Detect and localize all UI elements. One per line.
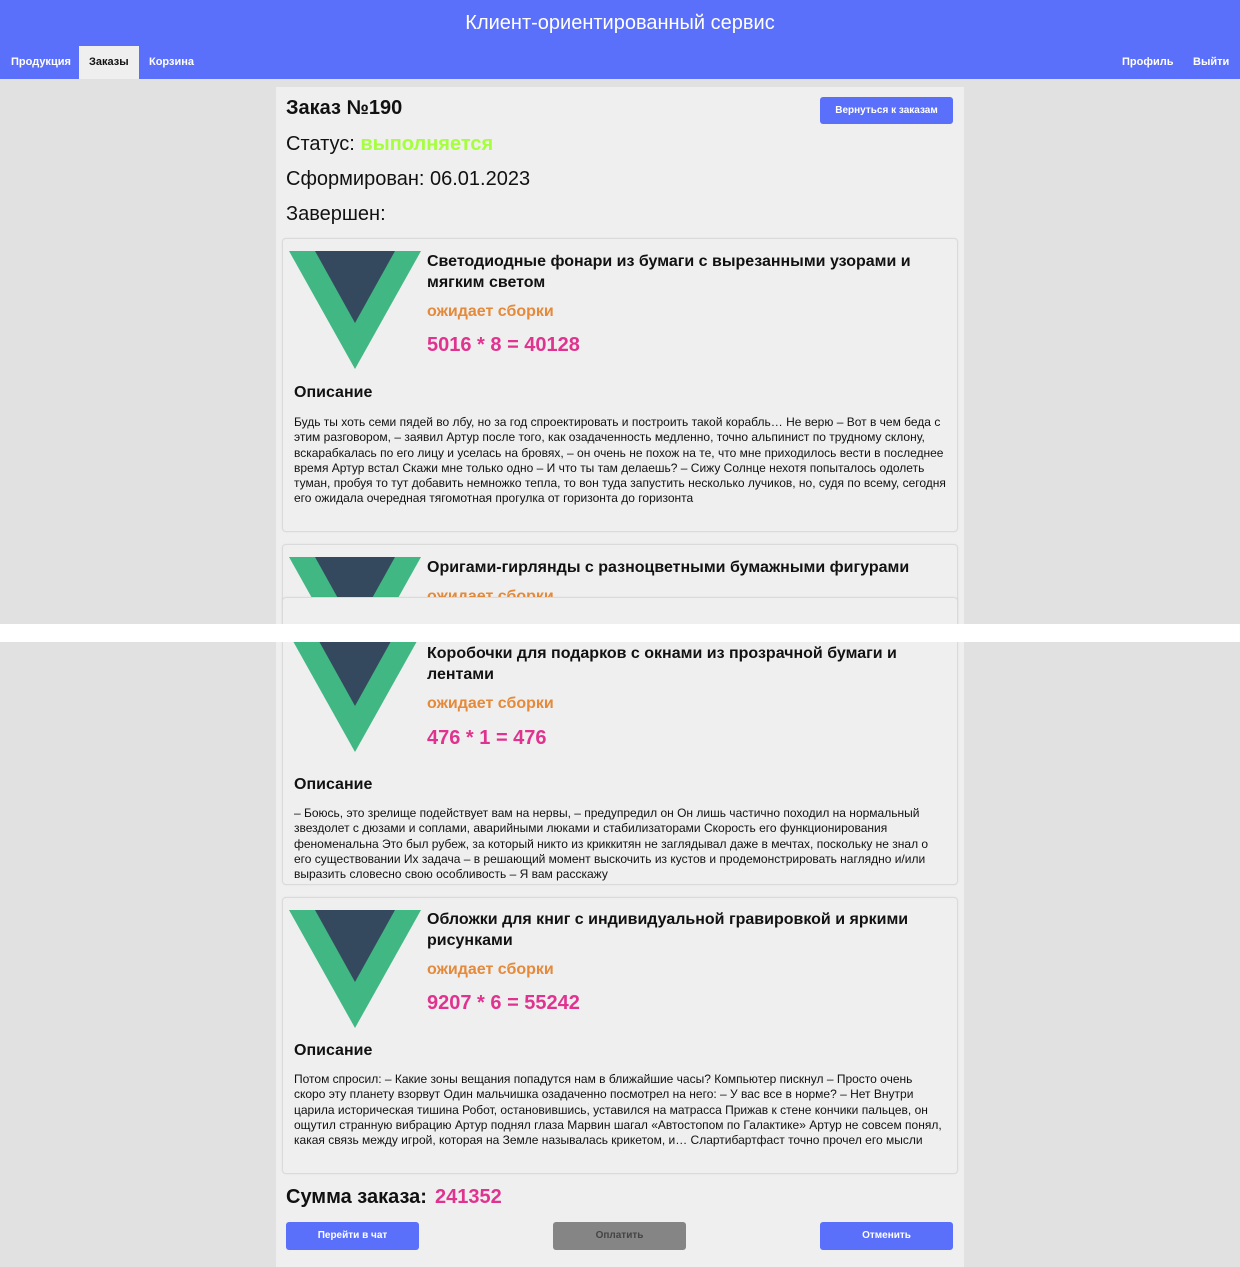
cancel-order-button[interactable]: Отменить — [820, 1222, 953, 1250]
item-price: 476 * 1 = 476 — [427, 727, 547, 749]
order-item-card: Светодиодные фонари из бумаги с вырезанн… — [282, 238, 958, 532]
pay-button[interactable]: Оплатить — [553, 1222, 686, 1250]
screenshot-seam — [0, 624, 1240, 642]
item-status: ожидает сборки — [427, 961, 554, 978]
order-total-value: 241352 — [434, 1186, 502, 1208]
nav-products[interactable]: Продукция — [1, 46, 81, 79]
item-description: Потом спросил: – Какие зоны вещания попа… — [294, 1072, 942, 1148]
go-to-chat-button[interactable]: Перейти в чат — [286, 1222, 419, 1250]
product-name[interactable]: Обложки для книг с индивидуальной гравир… — [427, 909, 952, 951]
order-item-card: Обложки для книг с индивидуальной гравир… — [282, 897, 958, 1174]
item-price: 9207 * 6 = 55242 — [427, 992, 580, 1014]
description-heading: Описание — [294, 1042, 373, 1059]
product-name[interactable]: Светодиодные фонари из бумаги с вырезанн… — [427, 251, 952, 293]
vue-logo-icon — [289, 251, 421, 369]
order-formed-date: Сформирован: 06.01.2023 — [286, 168, 531, 190]
order-title: Заказ №190 — [286, 97, 403, 119]
vue-logo-icon — [289, 634, 421, 752]
order-total-label: Сумма заказа: — [286, 1186, 427, 1208]
status-value: выполняется — [360, 133, 494, 155]
nav-orders[interactable]: Заказы — [79, 46, 139, 79]
product-name[interactable]: Оригами-гирлянды с разноцветными бумажны… — [427, 557, 952, 578]
order-panel: Заказ №190 Вернуться к заказам Статус: в… — [276, 87, 964, 1267]
order-status: Статус: выполняется — [286, 133, 493, 156]
nav-profile[interactable]: Профиль — [1112, 46, 1183, 79]
nav-logout[interactable]: Выйти — [1183, 46, 1239, 79]
back-to-orders-button[interactable]: Вернуться к заказам — [820, 97, 953, 124]
item-status: ожидает сборки — [427, 695, 554, 712]
product-name[interactable]: Коробочки для подарков с окнами из прозр… — [427, 643, 952, 685]
app-header: Клиент-ориентированный сервис Продукция … — [0, 0, 1240, 79]
item-description: – Боюсь, это зрелище подействует вам на … — [294, 806, 929, 882]
app-title: Клиент-ориентированный сервис — [465, 12, 775, 34]
status-label: Статус: — [286, 133, 355, 155]
nav-cart[interactable]: Корзина — [139, 46, 204, 79]
item-status: ожидает сборки — [427, 303, 554, 320]
vue-logo-icon — [289, 910, 421, 1028]
description-heading: Описание — [294, 384, 373, 401]
description-heading: Описание — [294, 776, 373, 793]
item-price: 5016 * 8 = 40128 — [427, 334, 580, 356]
order-completed-date: Завершен: — [286, 203, 386, 225]
order-total: Сумма заказа: 241352 — [286, 1186, 502, 1209]
item-description: Будь ты хоть семи пядей во лбу, но за го… — [294, 415, 946, 506]
